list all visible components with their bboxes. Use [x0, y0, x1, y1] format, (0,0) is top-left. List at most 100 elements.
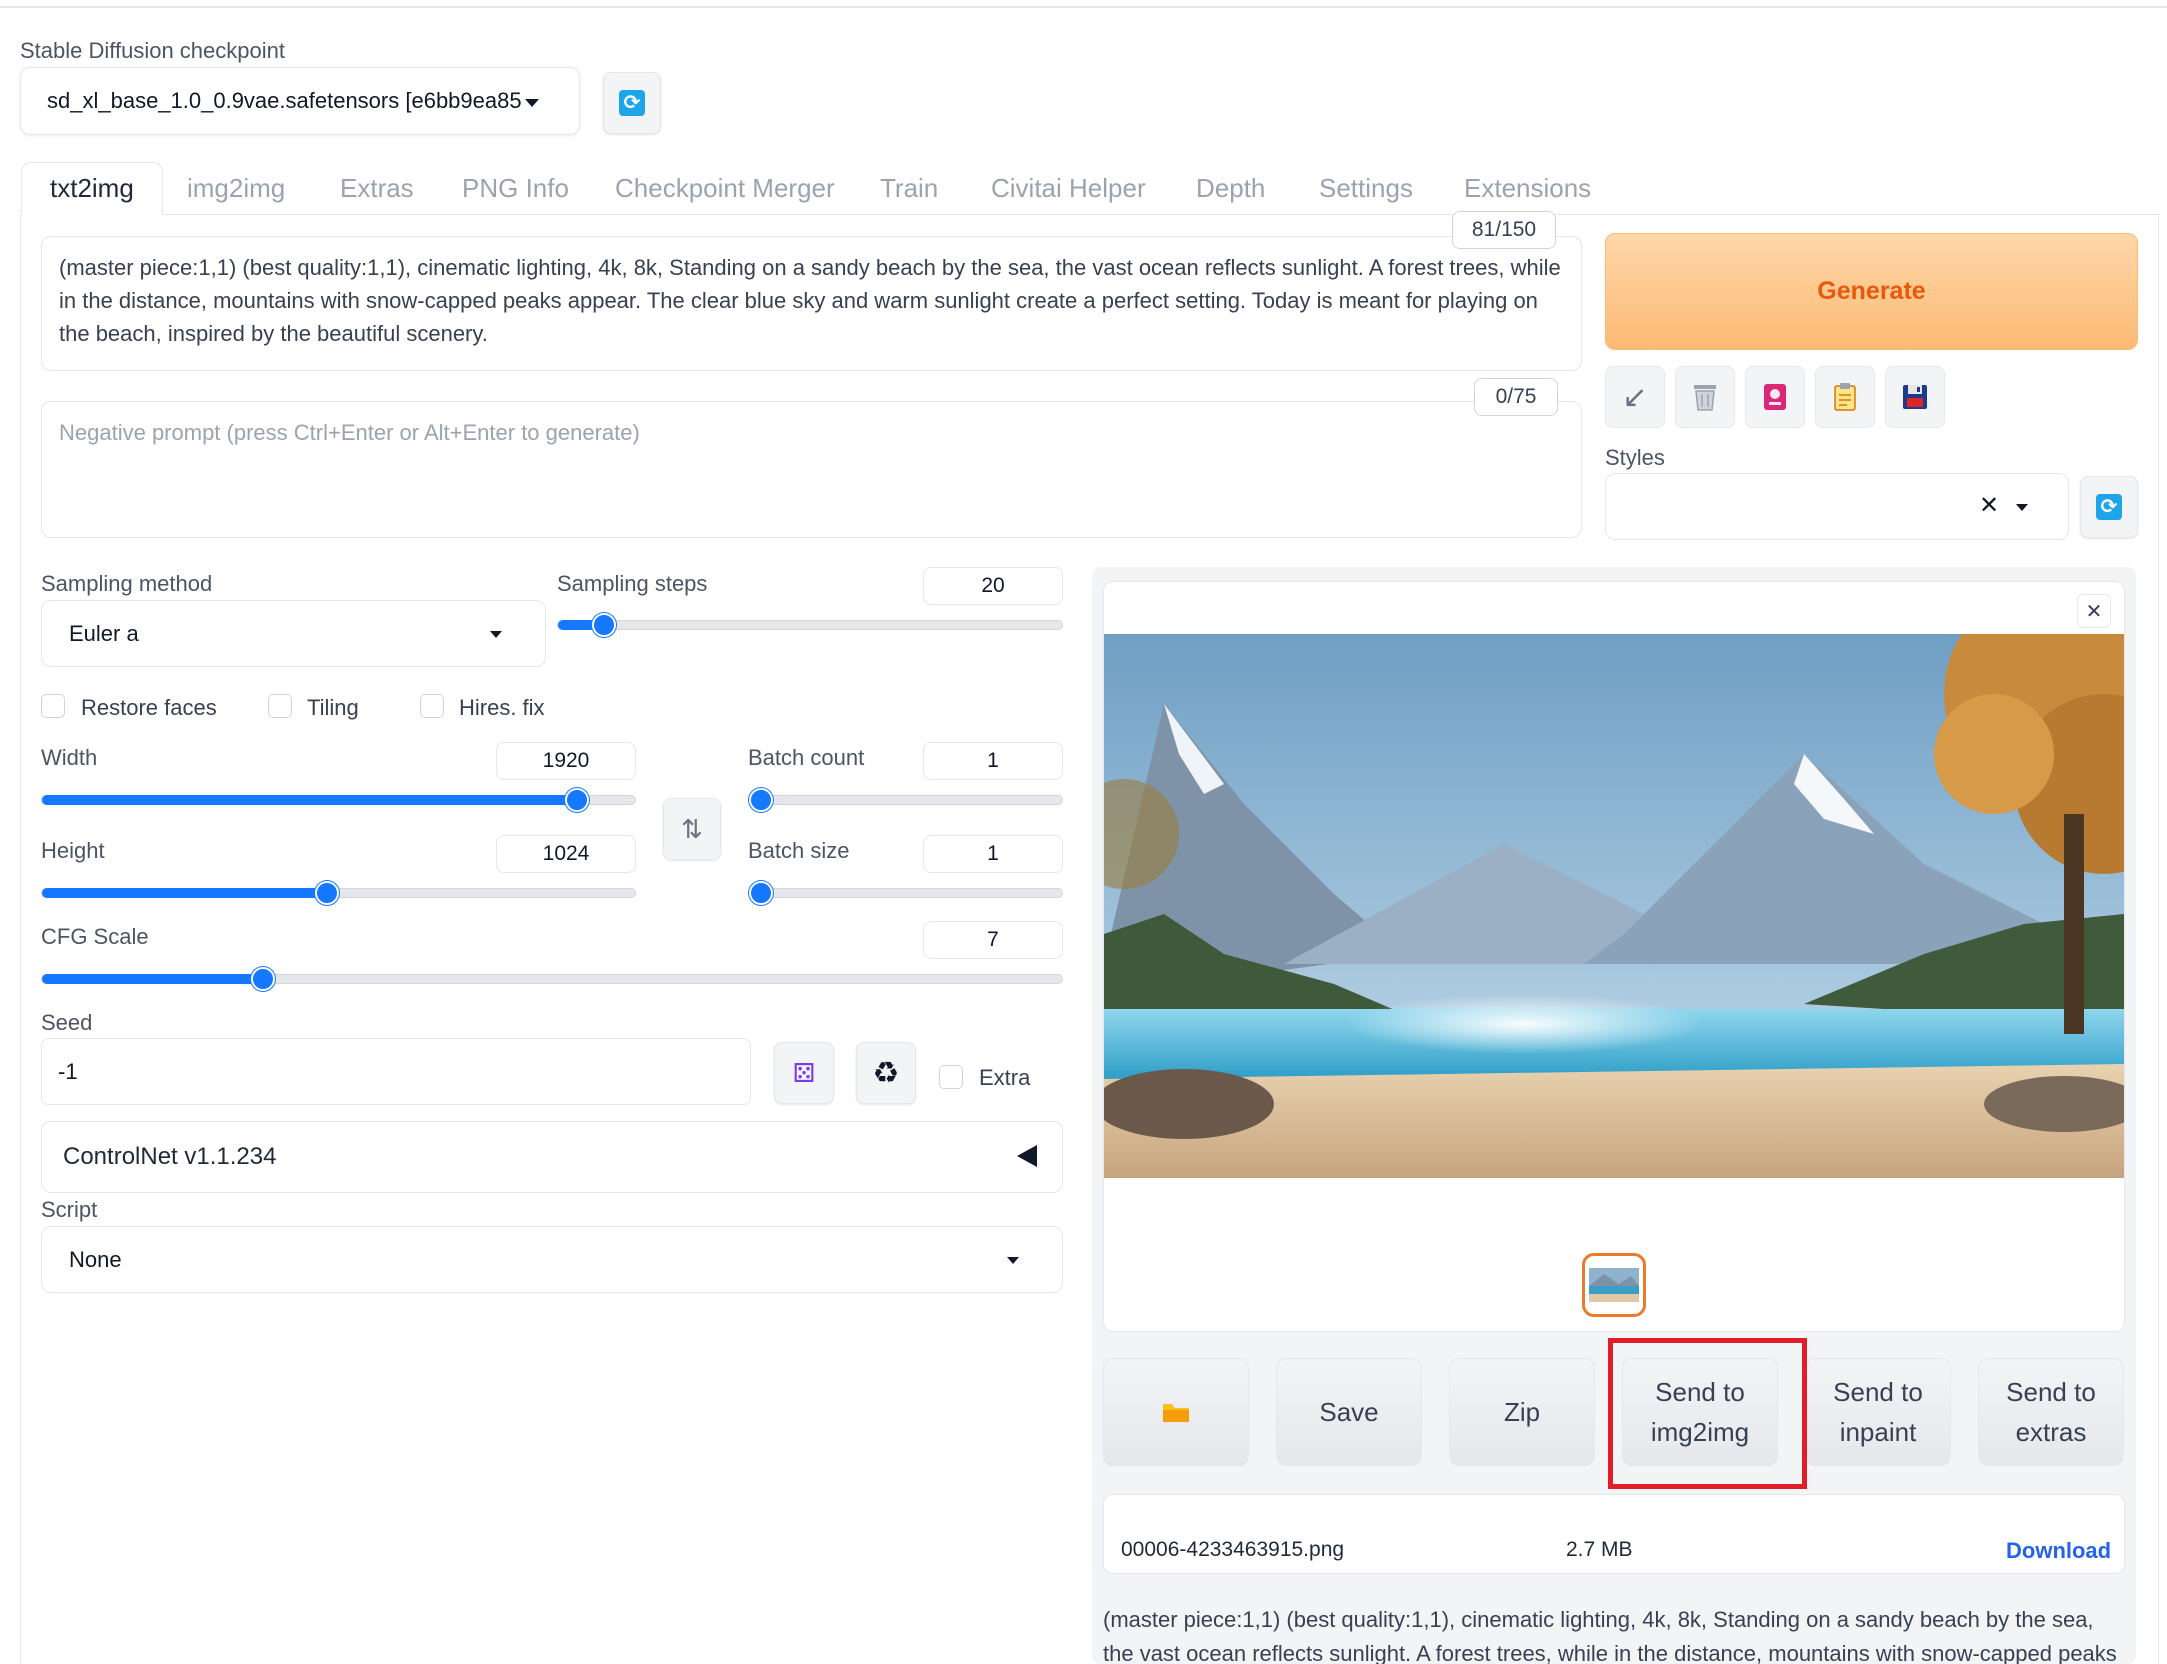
clear-prompt-button[interactable]: [1675, 366, 1735, 428]
restore-faces-label: Restore faces: [81, 695, 217, 720]
trash-icon: [1694, 385, 1716, 411]
width-input[interactable]: 1920: [496, 742, 636, 780]
apply-style-button[interactable]: [1815, 366, 1875, 428]
cfg-scale-label: CFG Scale: [41, 924, 149, 949]
refresh-icon: ⟳: [619, 90, 645, 116]
tab-img2img[interactable]: img2img: [159, 162, 313, 215]
tab-settings[interactable]: Settings: [1291, 162, 1441, 215]
button-label-line: Send to: [1833, 1377, 1923, 1407]
button-label-line: extras: [2015, 1417, 2087, 1447]
sampling-steps-slider[interactable]: [557, 613, 1063, 637]
thumbnail-image: [1589, 1268, 1639, 1302]
cfg-scale-input[interactable]: 7: [923, 921, 1063, 959]
swap-dimensions-button[interactable]: ⇅: [663, 798, 721, 860]
slider-fill: [42, 888, 327, 898]
chevron-down-icon: [525, 99, 539, 107]
height-label: Height: [41, 838, 105, 863]
dice-icon: ⚄: [792, 1057, 816, 1088]
height-slider[interactable]: [41, 881, 636, 905]
checkpoint-refresh-button[interactable]: ⟳: [603, 72, 661, 134]
batch-size-label: Batch size: [748, 838, 850, 863]
extra-seed-checkbox[interactable]: [939, 1065, 963, 1089]
styles-refresh-button[interactable]: ⟳: [2080, 476, 2138, 538]
slider-handle[interactable]: [749, 788, 773, 812]
batch-count-input[interactable]: 1: [923, 742, 1063, 780]
clear-icon[interactable]: ✕: [1979, 491, 1999, 520]
seed-label: Seed: [41, 1010, 93, 1035]
slider-handle[interactable]: [749, 881, 773, 905]
tab-extensions[interactable]: Extensions: [1436, 162, 1619, 215]
extra-seed-label: Extra: [979, 1065, 1031, 1090]
tab-extras[interactable]: Extras: [312, 162, 442, 215]
chevron-down-icon: [2016, 504, 2028, 511]
batch-count-slider[interactable]: [748, 788, 1063, 812]
cfg-scale-slider[interactable]: [41, 967, 1063, 991]
send-to-extras-button[interactable]: Send to extras: [1978, 1358, 2124, 1466]
random-seed-button[interactable]: ⚄: [774, 1042, 834, 1104]
top-divider: [0, 6, 2167, 8]
negative-prompt-placeholder: Negative prompt (press Ctrl+Enter or Alt…: [59, 420, 640, 445]
slider-handle[interactable]: [251, 967, 275, 991]
highlight-box: [1608, 1338, 1807, 1489]
restore-faces-checkbox[interactable]: [41, 694, 65, 718]
download-link[interactable]: Download: [2006, 1538, 2111, 1564]
batch-count-label: Batch count: [748, 745, 865, 770]
checkpoint-select[interactable]: sd_xl_base_1.0_0.9vae.safetensors [e6bb9…: [20, 67, 580, 135]
slider-handle[interactable]: [592, 613, 616, 637]
arrow-diagonal-icon: ↙: [1622, 380, 1648, 414]
collapse-arrow-icon: [1017, 1145, 1037, 1167]
tab-depth[interactable]: Depth: [1168, 162, 1293, 215]
batch-size-slider[interactable]: [748, 881, 1063, 905]
button-label-line: inpaint: [1839, 1417, 1917, 1447]
sampling-method-select[interactable]: Euler a: [41, 600, 546, 667]
tab-png-info[interactable]: PNG Info: [434, 162, 597, 215]
send-to-inpaint-button[interactable]: Send to inpaint: [1805, 1358, 1951, 1466]
width-slider[interactable]: [41, 788, 636, 812]
controlnet-accordion[interactable]: ControlNet v1.1.234: [41, 1121, 1063, 1193]
batch-size-input[interactable]: 1: [923, 835, 1063, 873]
script-value: None: [69, 1246, 122, 1272]
chevron-down-icon: [1007, 1257, 1019, 1264]
generation-info-text: (master piece:1,1) (best quality:1,1), c…: [1103, 1607, 2117, 1664]
controlnet-title: ControlNet v1.1.234: [63, 1143, 277, 1170]
generated-image[interactable]: [1104, 634, 2124, 1178]
seed-input[interactable]: -1: [41, 1038, 751, 1105]
tiling-checkbox[interactable]: [268, 694, 292, 718]
generate-button[interactable]: Generate: [1605, 233, 2138, 350]
script-select[interactable]: None: [41, 1226, 1063, 1293]
picture-card-icon: [1764, 384, 1786, 410]
file-name: 00006-4233463915.png: [1121, 1538, 1345, 1561]
tab-civitai-helper[interactable]: Civitai Helper: [963, 162, 1174, 215]
reuse-seed-button[interactable]: ♻: [856, 1042, 916, 1104]
negative-prompt-textarea[interactable]: Negative prompt (press Ctrl+Enter or Alt…: [41, 401, 1582, 538]
zip-button[interactable]: Zip: [1449, 1358, 1595, 1466]
slider-handle[interactable]: [315, 881, 339, 905]
styles-select[interactable]: ✕: [1605, 473, 2069, 540]
tab-checkpoint-merger[interactable]: Checkpoint Merger: [587, 162, 863, 215]
tab-txt2img[interactable]: txt2img: [21, 162, 163, 215]
tiling-label: Tiling: [307, 695, 359, 720]
landscape-image: [1104, 634, 2124, 1178]
clipboard-icon: [1834, 383, 1856, 411]
extra-networks-button[interactable]: [1745, 366, 1805, 428]
sampling-steps-label: Sampling steps: [557, 571, 708, 596]
sampling-method-value: Euler a: [69, 620, 139, 646]
script-label: Script: [41, 1197, 98, 1222]
hires-fix-label: Hires. fix: [459, 695, 545, 720]
checkpoint-label: Stable Diffusion checkpoint: [20, 38, 285, 63]
hires-fix-checkbox[interactable]: [420, 694, 444, 718]
floppy-disk-icon: [1903, 385, 1927, 409]
height-input[interactable]: 1024: [496, 835, 636, 873]
save-style-button[interactable]: [1885, 366, 1945, 428]
prompt-textarea[interactable]: (master piece:1,1) (best quality:1,1), c…: [41, 236, 1582, 371]
sampling-steps-input[interactable]: 20: [923, 567, 1063, 605]
tab-train[interactable]: Train: [852, 162, 966, 215]
save-button[interactable]: Save: [1276, 1358, 1422, 1466]
folder-icon: [1163, 1404, 1189, 1422]
gallery-thumbnail[interactable]: [1582, 1253, 1646, 1317]
close-gallery-button[interactable]: ✕: [2077, 594, 2111, 628]
sampling-method-label: Sampling method: [41, 571, 213, 596]
open-folder-button[interactable]: [1103, 1358, 1249, 1466]
read-params-button[interactable]: ↙: [1605, 366, 1665, 428]
slider-handle[interactable]: [565, 788, 589, 812]
